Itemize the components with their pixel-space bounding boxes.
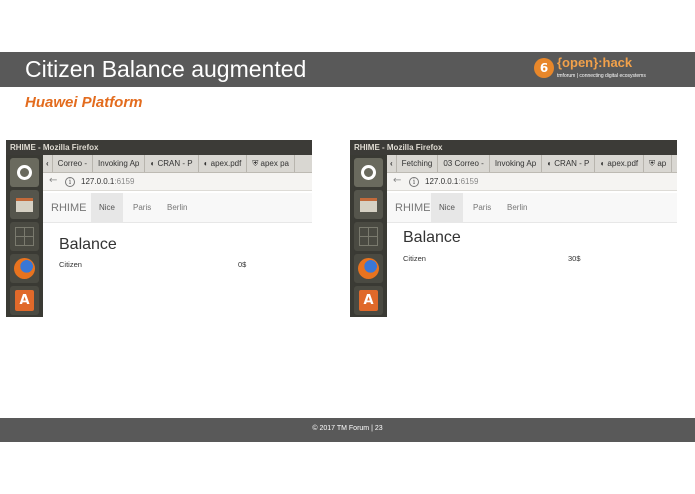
logo-sub-text: tmforum | connecting digital ecosystems: [557, 73, 646, 79]
app-content: RHIME Nice Paris Berlin Balance Citizen …: [43, 191, 312, 317]
app-brand[interactable]: RHIME: [395, 202, 430, 214]
browser-tab[interactable]: ◐ CRAN - P: [542, 155, 596, 172]
info-icon[interactable]: i: [409, 177, 419, 187]
ubuntu-dash-icon[interactable]: [10, 158, 39, 187]
firefox-icon[interactable]: [354, 254, 383, 283]
url-port: :6159: [114, 177, 135, 186]
app-navbar: RHIME Nice Paris Berlin: [387, 193, 677, 223]
url-host: 127.0.0.1: [425, 177, 459, 186]
tab-strip: ‹ Fetching 03 Correo - Invoking Ap ◐ CRAN - …: [387, 155, 677, 173]
nav-berlin[interactable]: Berlin: [499, 193, 535, 223]
app-brand[interactable]: RHIME: [51, 202, 86, 214]
unity-launcher: A: [6, 155, 43, 317]
browser-tab[interactable]: ⛨ ap: [644, 155, 673, 172]
workspace-icon[interactable]: [10, 222, 39, 251]
right-browser-screenshot: RHIME - Mozilla Firefox A ‹ Fetching 03 Co…: [350, 140, 677, 317]
citizen-label: Citizen: [403, 254, 426, 263]
url-host: 127.0.0.1: [81, 177, 115, 186]
logo-badge-icon: 6: [534, 58, 554, 78]
browser-tab[interactable]: ◐ CRAN - P: [145, 155, 199, 172]
balance-heading: Balance: [403, 229, 461, 246]
window-title: RHIME - Mozilla Firefox: [6, 140, 312, 155]
back-arrow-icon[interactable]: ←: [393, 175, 401, 186]
nav-nice[interactable]: Nice: [431, 193, 464, 223]
browser-tab[interactable]: ⛨ apex pa: [247, 155, 296, 172]
logo-main-text: {open}:hack: [557, 55, 633, 70]
browser-tab[interactable]: ◐ apex.pdf: [595, 155, 645, 172]
firefox-icon[interactable]: [10, 254, 39, 283]
nav-berlin[interactable]: Berlin: [159, 193, 195, 223]
browser-tab[interactable]: ◐ apex.pdf: [199, 155, 248, 172]
url-bar[interactable]: ← i 127.0.0.1:6159: [387, 173, 677, 191]
url-text[interactable]: 127.0.0.1:6159: [81, 177, 134, 186]
footer-copyright: © 2017 TM Forum | 23: [312, 425, 383, 432]
citizen-label: Citizen: [59, 260, 82, 269]
software-center-icon[interactable]: A: [354, 286, 383, 315]
slide-subtitle: Huawei Platform: [25, 94, 143, 111]
back-arrow-icon[interactable]: ←: [49, 175, 57, 186]
url-text[interactable]: 127.0.0.1:6159: [425, 177, 478, 186]
url-port: :6159: [458, 177, 479, 186]
tab-scroll-left[interactable]: ‹: [387, 155, 397, 172]
software-center-icon[interactable]: A: [10, 286, 39, 315]
left-browser-screenshot: RHIME - Mozilla Firefox A ‹ Correo - Invok…: [6, 140, 312, 317]
ubuntu-dash-icon[interactable]: [354, 158, 383, 187]
browser-tab[interactable]: Correo -: [53, 155, 94, 172]
browser-tab[interactable]: Fetching: [397, 155, 439, 172]
files-icon[interactable]: [10, 190, 39, 219]
app-navbar: RHIME Nice Paris Berlin: [43, 193, 312, 223]
workspace-icon[interactable]: [354, 222, 383, 251]
browser-tab[interactable]: Invoking Ap: [93, 155, 146, 172]
slide-footer: © 2017 TM Forum | 23: [0, 418, 695, 442]
open-hack-logo: 6 {open}:hack tmforum | connecting digit…: [534, 55, 684, 84]
tab-scroll-left[interactable]: ‹: [43, 155, 53, 172]
nav-paris[interactable]: Paris: [465, 193, 499, 223]
unity-launcher: A: [350, 155, 387, 317]
app-content: RHIME Nice Paris Berlin Balance Citizen …: [387, 191, 677, 317]
balance-heading: Balance: [59, 236, 117, 253]
slide-title: Citizen Balance augmented: [25, 56, 307, 82]
browser-tab[interactable]: 03 Correo -: [438, 155, 490, 172]
citizen-balance-value: 30$: [568, 254, 581, 263]
info-icon[interactable]: i: [65, 177, 75, 187]
url-bar[interactable]: ← i 127.0.0.1:6159: [43, 173, 312, 191]
browser-tab[interactable]: Invoking Ap: [490, 155, 543, 172]
tab-strip: ‹ Correo - Invoking Ap ◐ CRAN - P ◐ apex.pdf…: [43, 155, 312, 173]
nav-paris[interactable]: Paris: [125, 193, 159, 223]
files-icon[interactable]: [354, 190, 383, 219]
slide-title-bar: Citizen Balance augmented 6 {open}:hack …: [0, 52, 695, 87]
window-title: RHIME - Mozilla Firefox: [350, 140, 677, 155]
nav-nice[interactable]: Nice: [91, 193, 124, 223]
citizen-balance-value: 0$: [238, 260, 247, 269]
